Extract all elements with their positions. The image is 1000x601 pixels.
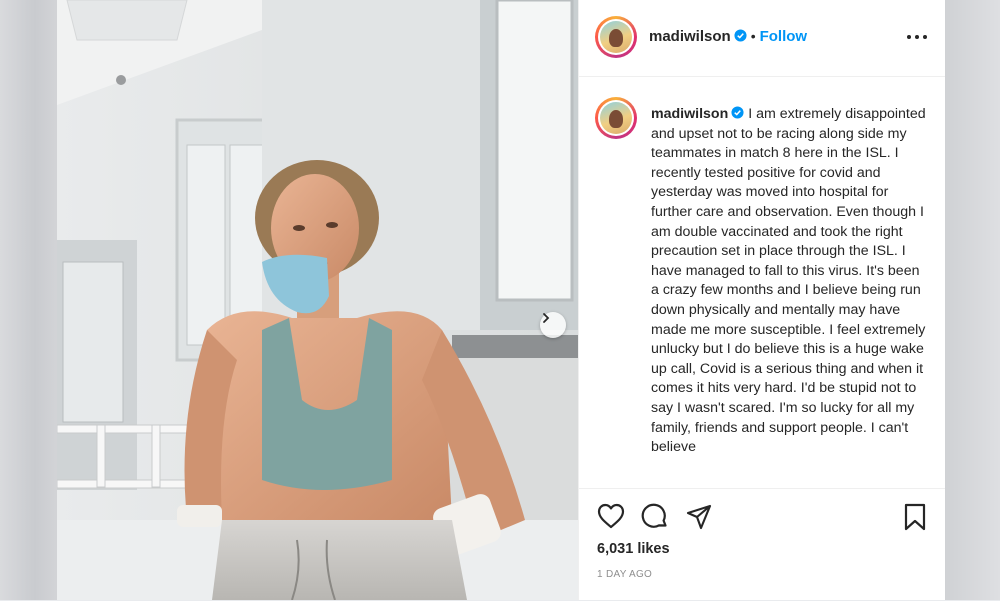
separator-dot: • [750, 28, 756, 44]
post-photo[interactable] [57, 0, 578, 600]
carousel-next-button[interactable] [540, 312, 566, 338]
blurred-backdrop-left [0, 0, 58, 600]
caption-avatar[interactable] [595, 97, 637, 139]
caption-username[interactable]: madiwilson [651, 106, 728, 122]
post-actions: 6,031 likes 1 DAY AGO [579, 488, 945, 601]
more-options-icon[interactable] [907, 32, 927, 42]
post-caption: madiwilson I am extremely disappointed a… [651, 105, 927, 458]
paper-plane-icon[interactable] [685, 503, 713, 536]
avatar[interactable] [595, 16, 637, 58]
verified-badge-icon [734, 29, 747, 42]
caption-area: madiwilson I am extremely disappointed a… [579, 77, 945, 487]
header-user-line: madiwilson • Follow [649, 28, 807, 46]
hospital-photo-illustration [57, 0, 578, 600]
likes-count[interactable]: 6,031 likes [597, 541, 670, 557]
post-detail-panel: madiwilson • Follow madiwilson I am extrem… [578, 0, 945, 600]
blurred-backdrop-right [944, 0, 1000, 600]
post-timestamp[interactable]: 1 DAY AGO [597, 569, 652, 580]
follow-button[interactable]: Follow [760, 28, 808, 45]
verified-badge-icon [731, 106, 744, 119]
heart-icon[interactable] [597, 503, 625, 534]
comment-icon[interactable] [641, 503, 669, 536]
bookmark-icon[interactable] [903, 503, 927, 536]
post-header: madiwilson • Follow [579, 0, 945, 77]
caption-text: I am extremely disappointed and upset no… [651, 106, 926, 456]
username-link[interactable]: madiwilson [649, 28, 731, 45]
